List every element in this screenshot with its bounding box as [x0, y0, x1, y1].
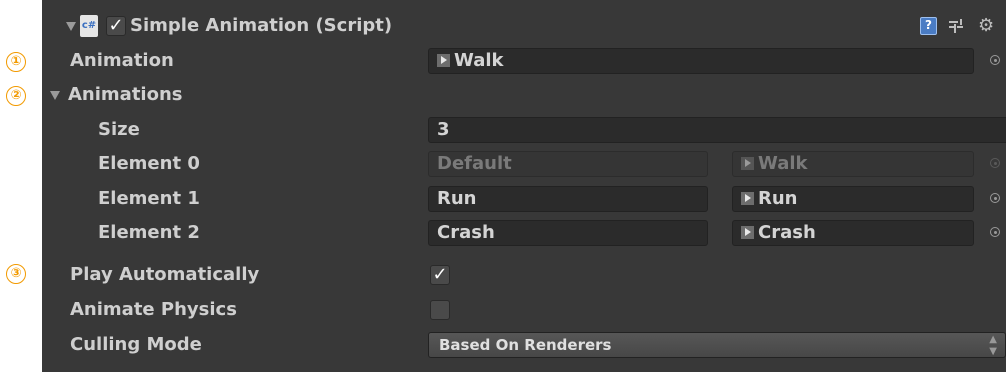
gear-icon[interactable]: ⚙ [978, 17, 996, 35]
element-2-clip-field[interactable]: Crash [732, 220, 974, 246]
element-2-row: Element 2 Crash Crash [42, 216, 1006, 250]
culling-mode-row: Culling Mode Based On Renderers ▲ ▼ [42, 328, 1006, 362]
animations-row[interactable]: Animations [42, 78, 1006, 112]
marker-3: ③ [6, 264, 26, 284]
animation-clip-icon [741, 192, 754, 205]
animation-field[interactable]: Walk [428, 48, 974, 74]
preset-icon[interactable] [948, 18, 964, 34]
play-automatically-row: Play Automatically ✓ [42, 258, 1006, 292]
animate-physics-label: Animate Physics [70, 299, 237, 320]
animation-clip-icon [437, 54, 450, 67]
element-1-clip-value: Run [758, 188, 798, 209]
animations-label: Animations [68, 84, 183, 105]
animation-clip-icon [741, 226, 754, 239]
object-picker-icon[interactable] [990, 55, 1000, 65]
element-0-name-field: Default [428, 151, 708, 177]
marker-1: ① [6, 52, 26, 72]
marker-2: ② [6, 86, 26, 106]
culling-mode-select[interactable]: Based On Renderers ▲ ▼ [428, 332, 1006, 358]
element-1-clip-field[interactable]: Run [732, 186, 974, 212]
element-0-clip-value: Walk [758, 153, 808, 174]
inspector-panel: c# ✓ Simple Animation (Script) ? ⚙ Anima… [42, 0, 1006, 372]
foldout-arrow-icon[interactable] [50, 91, 60, 100]
element-2-name-field[interactable]: Crash [428, 220, 708, 246]
component-title: Simple Animation (Script) [130, 15, 393, 36]
element-0-clip-field: Walk [732, 151, 974, 177]
object-picker-icon[interactable] [990, 193, 1000, 203]
culling-mode-label: Culling Mode [70, 334, 202, 355]
play-automatically-checkbox[interactable]: ✓ [430, 265, 450, 285]
element-1-label: Element 1 [98, 188, 200, 209]
element-1-row: Element 1 Run Run [42, 182, 1006, 216]
play-automatically-label: Play Automatically [70, 264, 260, 285]
element-2-clip-value: Crash [758, 222, 816, 243]
animation-row: Animation Walk [42, 44, 1006, 78]
component-enabled-checkbox[interactable]: ✓ [106, 16, 126, 36]
help-icon[interactable]: ? [920, 17, 937, 35]
component-header[interactable]: c# ✓ Simple Animation (Script) ? ⚙ [42, 9, 1006, 43]
element-0-label: Element 0 [98, 153, 200, 174]
animate-physics-checkbox[interactable] [430, 300, 450, 320]
object-picker-icon[interactable] [990, 227, 1000, 237]
foldout-arrow-icon[interactable] [66, 22, 76, 31]
csharp-script-icon: c# [80, 15, 98, 37]
animate-physics-row: Animate Physics [42, 293, 1006, 327]
element-2-label: Element 2 [98, 222, 200, 243]
element-1-name-field[interactable]: Run [428, 186, 708, 212]
select-arrows-icon: ▲ ▼ [989, 334, 997, 357]
animation-label: Animation [70, 50, 174, 71]
element-0-row: Element 0 Default Walk [42, 147, 1006, 181]
animation-value: Walk [454, 50, 504, 71]
size-field[interactable]: 3 [428, 117, 1006, 143]
culling-mode-value: Based On Renderers [439, 336, 612, 354]
object-picker-icon [990, 158, 1000, 168]
animation-clip-icon [741, 157, 754, 170]
size-row: Size 3 [42, 113, 1006, 147]
size-label: Size [98, 119, 140, 140]
